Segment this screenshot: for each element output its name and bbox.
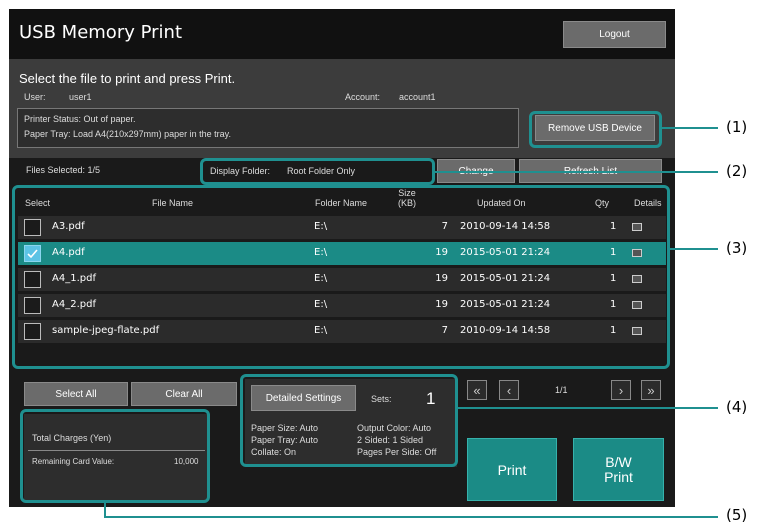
user-value: user1: [69, 92, 92, 102]
printer-status-box: Printer Status: Out of paper. Paper Tray…: [17, 108, 519, 148]
page-indicator: 1/1: [555, 385, 568, 395]
prev-page-icon[interactable]: ‹: [499, 380, 519, 400]
callout-label-1: (1): [726, 118, 748, 136]
callout-box-2: [200, 158, 435, 185]
printer-status-text: Printer Status: Out of paper.: [24, 114, 136, 124]
callout-line-5: [104, 516, 718, 518]
paper-tray-message: Paper Tray: Load A4(210x297mm) paper in …: [24, 129, 231, 139]
clear-all-button[interactable]: Clear All: [131, 382, 237, 406]
callout-label-4: (4): [726, 398, 748, 416]
first-page-icon[interactable]: «: [467, 380, 487, 400]
next-page-icon[interactable]: ›: [611, 380, 631, 400]
callout-label-3: (3): [726, 239, 748, 257]
header-bar: USB Memory Print Logout: [9, 9, 675, 59]
callout-box-3: [12, 185, 670, 369]
callout-label-5: (5): [726, 506, 748, 524]
account-label: Account:: [345, 92, 381, 102]
callout-label-2: (2): [726, 162, 748, 180]
callout-box-4: [240, 374, 458, 467]
user-label: User:: [24, 92, 46, 102]
callout-box-1: [529, 111, 662, 148]
last-page-icon[interactable]: »: [641, 380, 661, 400]
callout-line-5-vertical: [104, 503, 106, 517]
callout-line-1: [662, 127, 718, 129]
select-all-button[interactable]: Select All: [24, 382, 128, 406]
callout-line-4: [458, 407, 718, 409]
callout-box-5: [20, 409, 210, 503]
bw-print-button[interactable]: B/W Print: [573, 438, 664, 501]
print-button[interactable]: Print: [467, 438, 557, 501]
instructions-text: Select the file to print and press Print…: [19, 71, 236, 86]
account-value: account1: [399, 92, 436, 102]
page-title: USB Memory Print: [19, 22, 183, 43]
logout-button[interactable]: Logout: [563, 21, 666, 48]
files-selected-count: Files Selected: 1/5: [26, 165, 101, 175]
callout-line-2: [435, 171, 718, 173]
callout-line-3: [670, 248, 718, 250]
